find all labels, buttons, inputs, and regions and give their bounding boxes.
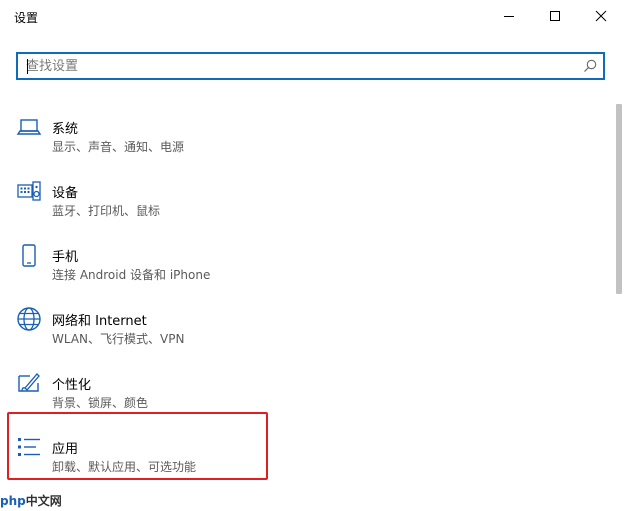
close-button[interactable]: [578, 0, 624, 32]
minimize-icon: [504, 16, 514, 17]
search-input[interactable]: [26, 54, 566, 78]
category-name: 网络和 Internet: [52, 314, 147, 329]
personalization-icon: [18, 373, 40, 392]
minimize-button[interactable]: [486, 0, 532, 32]
text-caret: [27, 59, 28, 74]
title-bar: 设置: [0, 0, 624, 32]
category-system[interactable]: 系统 显示、声音、通知、电源: [12, 108, 592, 164]
category-devices[interactable]: 设备 蓝牙、打印机、鼠标: [12, 172, 592, 228]
scrollbar-thumb[interactable]: [616, 104, 622, 294]
category-description: 连接 Android 设备和 iPhone: [52, 268, 211, 282]
category-network[interactable]: 网络和 Internet WLAN、飞行模式、VPN: [12, 300, 592, 356]
category-name: 系统: [52, 122, 79, 137]
category-description: 蓝牙、打印机、鼠标: [52, 204, 161, 218]
category-description: 背景、锁屏、颜色: [52, 396, 149, 410]
watermark-part1: php: [0, 494, 26, 508]
category-description: WLAN、飞行模式、VPN: [52, 332, 185, 346]
window-title: 设置: [14, 11, 39, 25]
phone-icon: [22, 244, 36, 267]
maximize-icon: [550, 11, 560, 21]
category-description: 显示、声音、通知、电源: [52, 140, 185, 154]
search-box[interactable]: [16, 52, 605, 80]
search-icon[interactable]: [583, 59, 597, 73]
category-name: 个性化: [52, 378, 92, 393]
watermark: php中文网: [0, 492, 62, 509]
category-phone[interactable]: 手机 连接 Android 设备和 iPhone: [12, 236, 592, 292]
category-name: 手机: [52, 250, 79, 265]
category-name: 设备: [52, 186, 79, 201]
laptop-icon: [16, 119, 42, 135]
close-icon: [595, 10, 607, 22]
highlight-box: [7, 412, 268, 480]
watermark-part2: 中文网: [25, 494, 62, 508]
maximize-button[interactable]: [532, 0, 578, 32]
keyboard-speaker-icon: [17, 181, 41, 201]
globe-icon: [17, 307, 41, 331]
